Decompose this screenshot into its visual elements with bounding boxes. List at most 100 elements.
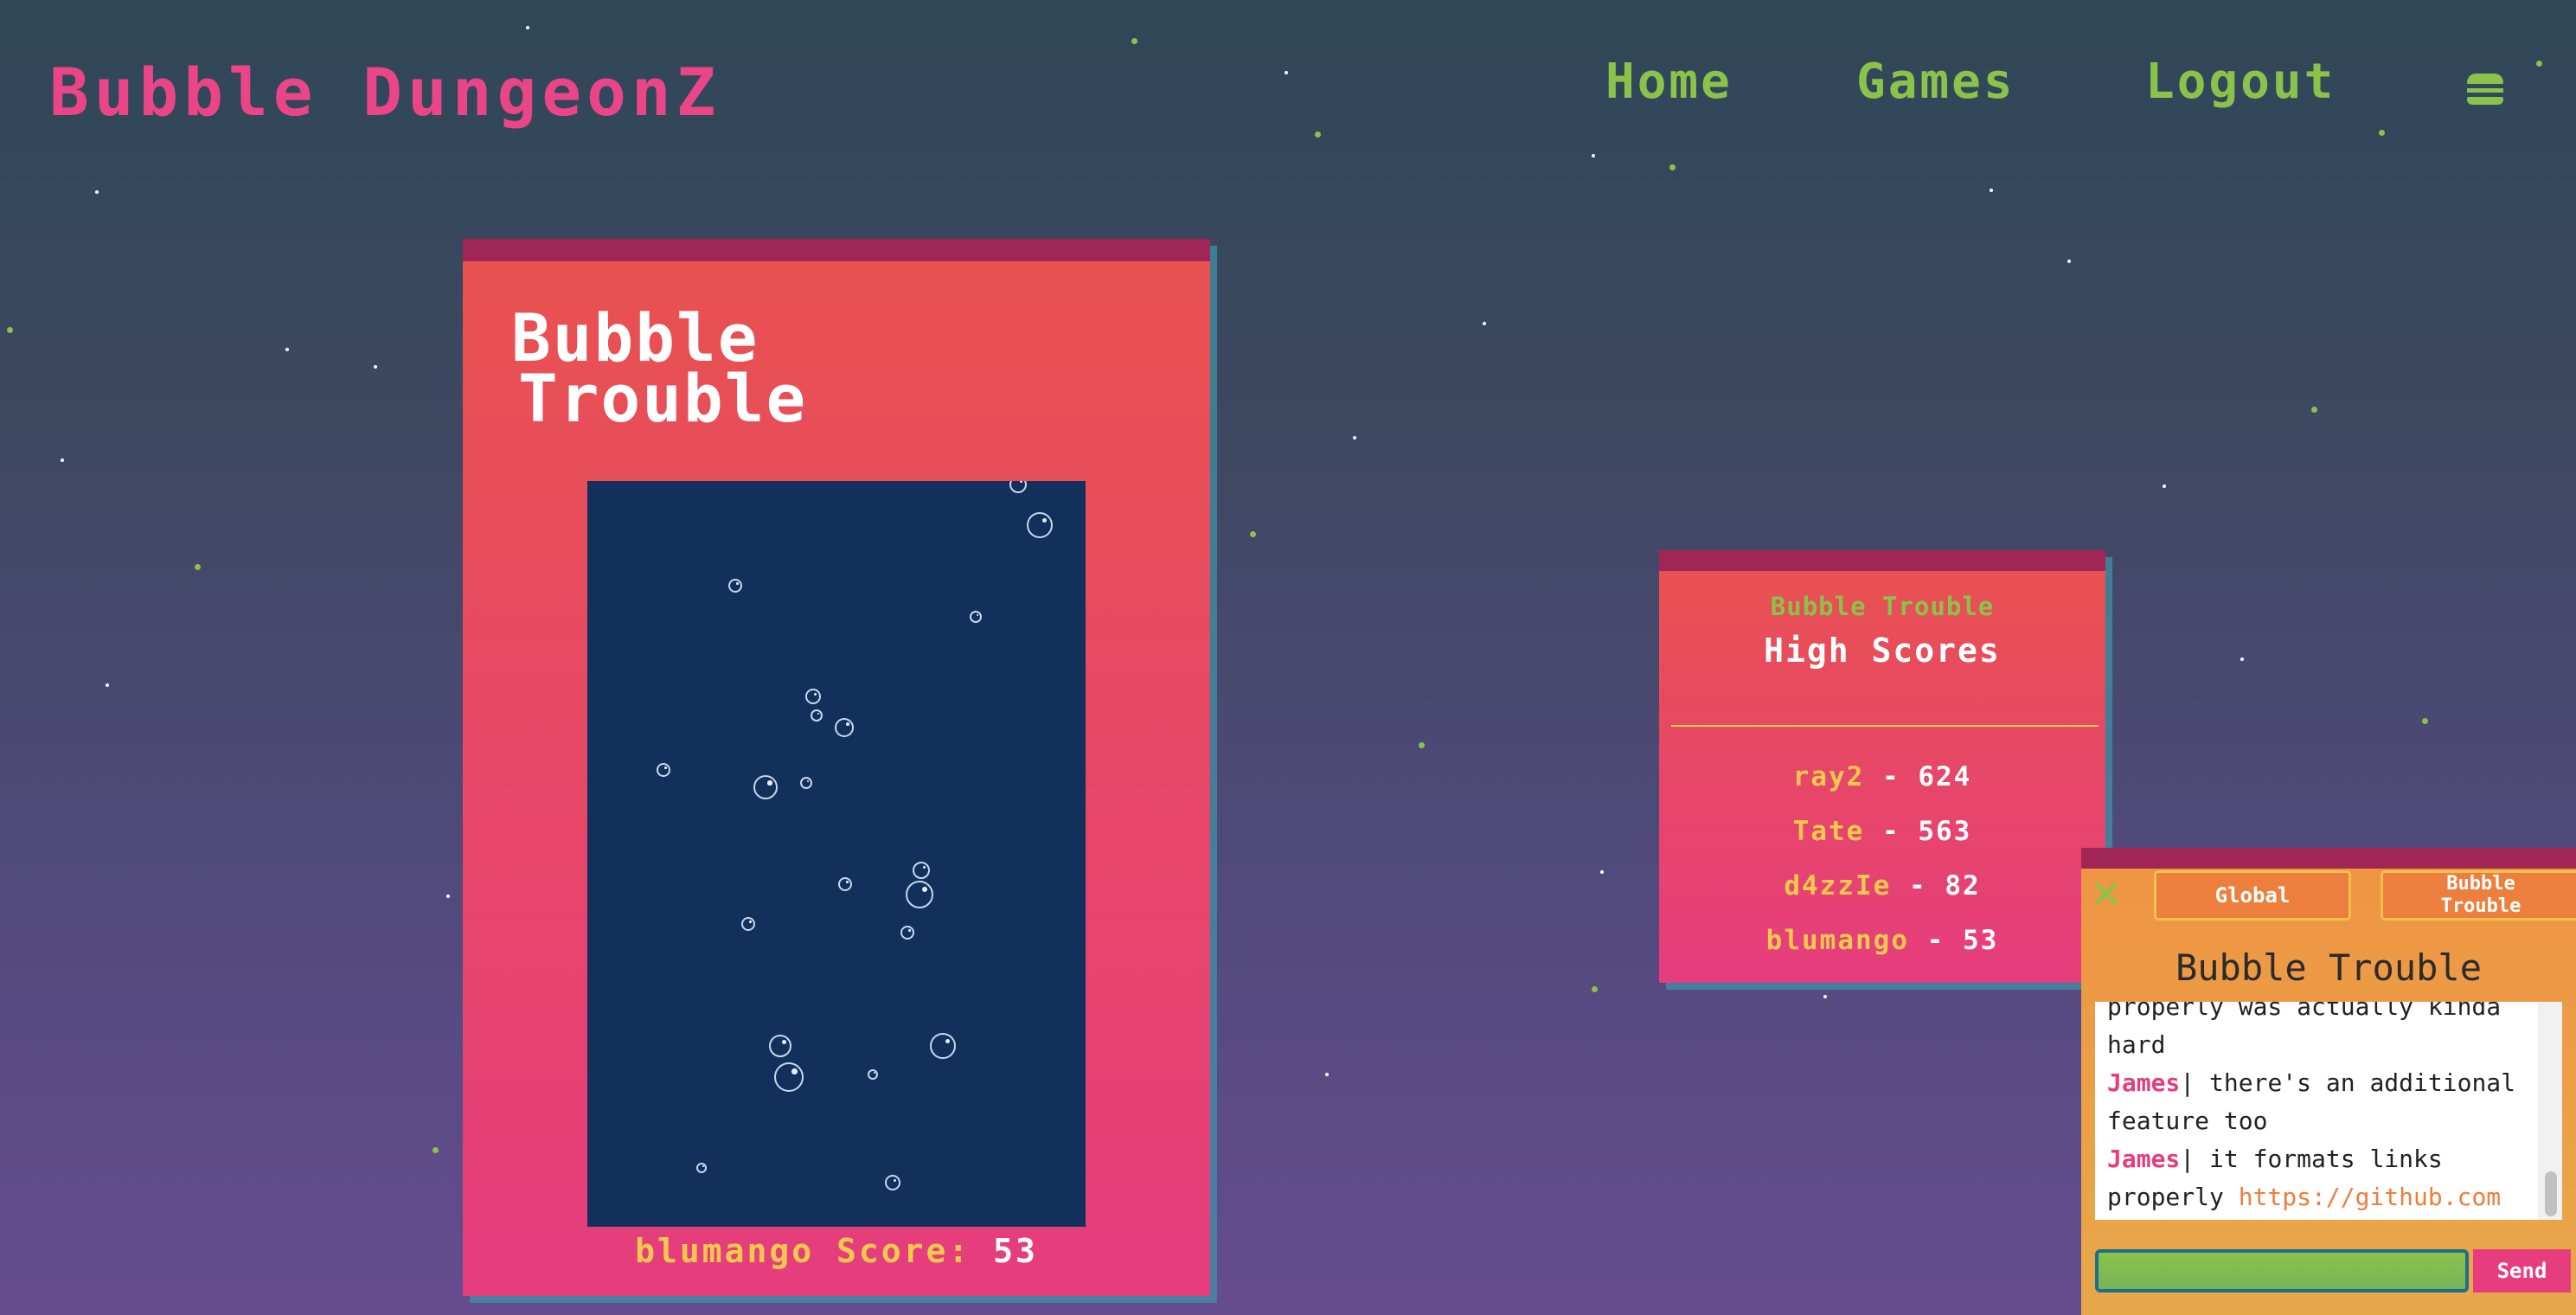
star	[1353, 436, 1356, 439]
high-score-value: 624	[1918, 761, 1972, 792]
high-score-value: 53	[1963, 925, 1999, 956]
chat-message-text: hard	[2107, 1030, 2166, 1059]
high-score-row: blumango - 53	[1659, 925, 2105, 956]
chat-messages: properly was actually kinda hard James| …	[2107, 1002, 2531, 1216]
star	[1483, 322, 1486, 325]
star	[1285, 71, 1288, 74]
chat-message: James| it formats links properly https:/…	[2107, 1140, 2531, 1216]
star	[2379, 130, 2385, 136]
star	[195, 564, 201, 570]
game-card-top-bar	[463, 239, 1210, 261]
high-scores-divider	[1671, 725, 2099, 727]
chat-message-fragment: properly was actually kinda hard	[2107, 1002, 2531, 1064]
player-name: blumango	[635, 1232, 815, 1270]
bubble[interactable]	[811, 709, 823, 722]
star	[95, 190, 99, 194]
star	[526, 26, 529, 29]
bubble[interactable]	[805, 689, 821, 704]
bubble[interactable]	[741, 917, 755, 931]
bubble[interactable]	[970, 611, 982, 623]
star	[1419, 742, 1425, 748]
bubble[interactable]	[1027, 512, 1053, 538]
high-score-value: 563	[1918, 816, 1972, 847]
chat-message-user: James	[2107, 1145, 2181, 1173]
star	[2067, 260, 2071, 263]
high-score-separator: -	[1908, 870, 1927, 901]
game-title: Bubble Trouble	[511, 305, 807, 432]
bubble[interactable]	[900, 926, 914, 940]
score-label: Score:	[836, 1232, 971, 1270]
close-icon[interactable]: ✕	[2090, 876, 2122, 914]
game-canvas[interactable]	[587, 481, 1086, 1227]
high-score-separator: -	[1881, 761, 1900, 792]
burger-bun-bottom	[2467, 97, 2503, 105]
star	[285, 348, 289, 351]
send-button[interactable]: Send	[2473, 1249, 2571, 1293]
star	[106, 683, 109, 687]
high-scores-game-name: Bubble Trouble	[1770, 592, 1995, 621]
burger-patty	[2467, 88, 2503, 93]
bubble[interactable]	[657, 763, 670, 777]
high-scores-heading: High Scores	[1764, 632, 2001, 670]
star	[1592, 154, 1595, 157]
chat-title: Bubble Trouble	[2175, 946, 2482, 989]
high-scores-top-bar	[1659, 550, 2105, 571]
chat-message-text: properly was actually kinda	[2107, 1002, 2502, 1021]
hamburger-menu-icon[interactable]	[2467, 74, 2503, 105]
bubble[interactable]	[868, 1069, 878, 1080]
site-logo[interactable]: Bubble DungeonZ	[49, 54, 721, 131]
high-score-name: ray2	[1792, 761, 1865, 792]
chat-message-link[interactable]: https://github.com	[2239, 1183, 2501, 1211]
bubble[interactable]	[728, 579, 742, 593]
bubble[interactable]	[769, 1035, 791, 1057]
star	[1592, 986, 1598, 992]
burger-bun-top	[2467, 74, 2503, 84]
chat-scrollbar-thumb[interactable]	[2545, 1171, 2557, 1216]
nav-logout-link[interactable]: Logout	[2145, 54, 2336, 110]
star	[7, 327, 13, 333]
bubble[interactable]	[774, 1062, 804, 1092]
high-score-name: Tate	[1792, 816, 1865, 847]
tab-bubble-trouble-line2: Trouble	[2440, 895, 2522, 917]
star	[1131, 38, 1137, 44]
high-score-name: blumango	[1765, 925, 1909, 956]
star	[374, 365, 377, 369]
nav-home-link[interactable]: Home	[1605, 54, 1733, 110]
bubble[interactable]	[1009, 481, 1027, 493]
star	[1315, 132, 1321, 138]
tab-bubble-trouble[interactable]: Bubble Trouble	[2381, 870, 2576, 920]
high-scores-card: Bubble Trouble High Scores ray2 - 624 Ta…	[1659, 550, 2105, 983]
bubble[interactable]	[930, 1033, 956, 1059]
bubble[interactable]	[753, 775, 778, 799]
star	[61, 459, 64, 462]
chat-log[interactable]: properly was actually kinda hard James| …	[2095, 1002, 2562, 1220]
high-score-separator: -	[1881, 816, 1900, 847]
tab-global[interactable]: Global	[2154, 870, 2351, 920]
star	[1990, 189, 1993, 192]
star	[2163, 484, 2166, 488]
star	[446, 895, 450, 898]
chat-panel: ✕ Global Bubble Trouble Bubble Trouble p…	[2081, 848, 2576, 1315]
bubble[interactable]	[885, 1175, 900, 1190]
bubble[interactable]	[696, 1163, 707, 1173]
chat-top-bar	[2081, 848, 2576, 869]
high-score-row: ray2 - 624	[1659, 761, 2105, 792]
game-title-line2: Trouble	[518, 360, 808, 437]
bubble[interactable]	[913, 862, 930, 879]
star	[2311, 407, 2317, 413]
chat-message-input[interactable]	[2095, 1249, 2469, 1293]
bubble[interactable]	[835, 718, 854, 737]
chat-scrollbar[interactable]	[2538, 1002, 2562, 1220]
bubble[interactable]	[906, 881, 933, 908]
star	[2240, 658, 2244, 661]
high-score-separator: -	[1926, 925, 1945, 956]
star	[1600, 870, 1604, 874]
score-value: 53	[993, 1232, 1038, 1270]
bubble[interactable]	[838, 877, 852, 891]
high-score-value: 82	[1945, 870, 1981, 901]
star	[2536, 61, 2542, 67]
game-card: Bubble Trouble blumango Score: 53	[463, 239, 1210, 1296]
bubble[interactable]	[800, 777, 812, 789]
nav-games-link[interactable]: Games	[1856, 54, 2015, 110]
star	[1250, 531, 1256, 537]
